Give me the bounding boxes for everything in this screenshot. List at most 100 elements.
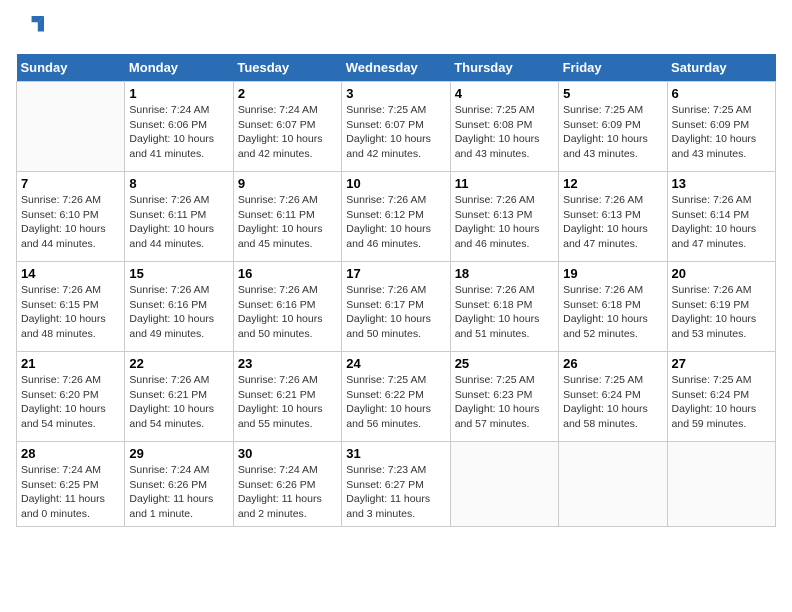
calendar-day-cell: 1 Sunrise: 7:24 AMSunset: 6:06 PMDaylight…	[125, 82, 233, 172]
day-number: 22	[129, 356, 228, 371]
calendar-day-cell: 4Sunrise: 7:25 AMSunset: 6:08 PMDaylight…	[450, 82, 558, 172]
logo-icon	[16, 16, 44, 44]
day-number: 17	[346, 266, 445, 281]
day-number: 7	[21, 176, 120, 191]
day-number: 8	[129, 176, 228, 191]
calendar-day-cell: 17 Sunrise: 7:26 AMSunset: 6:17 PMDayligh…	[342, 262, 450, 352]
day-info: Sunrise: 7:23 AMSunset: 6:27 PMDaylight:…	[346, 463, 445, 522]
calendar-day-cell: 13 Sunrise: 7:26 AMSunset: 6:14 PMDayligh…	[667, 172, 775, 262]
day-number: 18	[455, 266, 554, 281]
day-info: Sunrise: 7:24 AMSunset: 6:26 PMDaylight:…	[238, 463, 337, 522]
day-info: Sunrise: 7:24 AMSunset: 6:25 PMDaylight:…	[21, 463, 120, 522]
calendar-day-cell: 22 Sunrise: 7:26 AMSunset: 6:21 PMDayligh…	[125, 352, 233, 442]
day-number: 6	[672, 86, 771, 101]
day-info: Sunrise: 7:25 AMSunset: 6:24 PMDaylight:…	[563, 373, 662, 432]
day-number: 13	[672, 176, 771, 191]
weekday-header-cell: Friday	[559, 54, 667, 82]
calendar-week-row: 14 Sunrise: 7:26 AMSunset: 6:15 PMDayligh…	[17, 262, 776, 352]
weekday-header-cell: Tuesday	[233, 54, 341, 82]
day-info: Sunrise: 7:26 AMSunset: 6:20 PMDaylight:…	[21, 373, 120, 432]
day-number: 26	[563, 356, 662, 371]
weekday-header-row: SundayMondayTuesdayWednesdayThursdayFrid…	[17, 54, 776, 82]
day-number: 23	[238, 356, 337, 371]
calendar-day-cell: 31 Sunrise: 7:23 AMSunset: 6:27 PMDayligh…	[342, 442, 450, 527]
weekday-header-cell: Thursday	[450, 54, 558, 82]
day-number: 19	[563, 266, 662, 281]
day-number: 24	[346, 356, 445, 371]
calendar-day-cell: 12Sunrise: 7:26 AMSunset: 6:13 PMDayligh…	[559, 172, 667, 262]
calendar-week-row: 21 Sunrise: 7:26 AMSunset: 6:20 PMDayligh…	[17, 352, 776, 442]
calendar-day-cell: 9 Sunrise: 7:26 AMSunset: 6:11 PMDaylight…	[233, 172, 341, 262]
calendar-day-cell: 30 Sunrise: 7:24 AMSunset: 6:26 PMDayligh…	[233, 442, 341, 527]
day-info: Sunrise: 7:26 AMSunset: 6:18 PMDaylight:…	[563, 283, 662, 342]
calendar-table: SundayMondayTuesdayWednesdayThursdayFrid…	[16, 54, 776, 527]
day-info: Sunrise: 7:26 AMSunset: 6:11 PMDaylight:…	[238, 193, 337, 252]
day-info: Sunrise: 7:26 AMSunset: 6:21 PMDaylight:…	[129, 373, 228, 432]
day-number: 1	[129, 86, 228, 101]
day-info: Sunrise: 7:26 AMSunset: 6:10 PMDaylight:…	[21, 193, 120, 252]
calendar-body: 1 Sunrise: 7:24 AMSunset: 6:06 PMDaylight…	[17, 82, 776, 527]
day-number: 16	[238, 266, 337, 281]
calendar-day-cell: 8 Sunrise: 7:26 AMSunset: 6:11 PMDaylight…	[125, 172, 233, 262]
calendar-day-cell	[450, 442, 558, 527]
day-number: 25	[455, 356, 554, 371]
calendar-day-cell: 2Sunrise: 7:24 AMSunset: 6:07 PMDaylight…	[233, 82, 341, 172]
calendar-day-cell: 21 Sunrise: 7:26 AMSunset: 6:20 PMDayligh…	[17, 352, 125, 442]
calendar-day-cell: 6 Sunrise: 7:25 AMSunset: 6:09 PMDaylight…	[667, 82, 775, 172]
day-info: Sunrise: 7:24 AMSunset: 6:06 PMDaylight:…	[129, 103, 228, 162]
day-info: Sunrise: 7:25 AMSunset: 6:09 PMDaylight:…	[563, 103, 662, 162]
calendar-day-cell: 14 Sunrise: 7:26 AMSunset: 6:15 PMDayligh…	[17, 262, 125, 352]
day-info: Sunrise: 7:26 AMSunset: 6:17 PMDaylight:…	[346, 283, 445, 342]
weekday-header-cell: Monday	[125, 54, 233, 82]
day-number: 29	[129, 446, 228, 461]
day-number: 5	[563, 86, 662, 101]
calendar-day-cell	[667, 442, 775, 527]
calendar-day-cell: 25 Sunrise: 7:25 AMSunset: 6:23 PMDayligh…	[450, 352, 558, 442]
calendar-day-cell	[17, 82, 125, 172]
day-number: 21	[21, 356, 120, 371]
day-info: Sunrise: 7:25 AMSunset: 6:23 PMDaylight:…	[455, 373, 554, 432]
calendar-week-row: 28 Sunrise: 7:24 AMSunset: 6:25 PMDayligh…	[17, 442, 776, 527]
weekday-header-cell: Saturday	[667, 54, 775, 82]
calendar-week-row: 7 Sunrise: 7:26 AMSunset: 6:10 PMDaylight…	[17, 172, 776, 262]
day-number: 15	[129, 266, 228, 281]
day-number: 30	[238, 446, 337, 461]
calendar-day-cell: 23Sunrise: 7:26 AMSunset: 6:21 PMDayligh…	[233, 352, 341, 442]
day-number: 28	[21, 446, 120, 461]
day-number: 12	[563, 176, 662, 191]
day-info: Sunrise: 7:26 AMSunset: 6:12 PMDaylight:…	[346, 193, 445, 252]
calendar-day-cell: 5 Sunrise: 7:25 AMSunset: 6:09 PMDaylight…	[559, 82, 667, 172]
day-info: Sunrise: 7:25 AMSunset: 6:22 PMDaylight:…	[346, 373, 445, 432]
logo	[16, 16, 48, 44]
day-number: 20	[672, 266, 771, 281]
weekday-header-cell: Wednesday	[342, 54, 450, 82]
day-number: 9	[238, 176, 337, 191]
calendar-day-cell: 16Sunrise: 7:26 AMSunset: 6:16 PMDayligh…	[233, 262, 341, 352]
calendar-day-cell: 27Sunrise: 7:25 AMSunset: 6:24 PMDayligh…	[667, 352, 775, 442]
page-header	[16, 16, 776, 44]
calendar-day-cell: 18 Sunrise: 7:26 AMSunset: 6:18 PMDayligh…	[450, 262, 558, 352]
day-info: Sunrise: 7:26 AMSunset: 6:14 PMDaylight:…	[672, 193, 771, 252]
calendar-day-cell: 19 Sunrise: 7:26 AMSunset: 6:18 PMDayligh…	[559, 262, 667, 352]
calendar-day-cell: 20Sunrise: 7:26 AMSunset: 6:19 PMDayligh…	[667, 262, 775, 352]
day-info: Sunrise: 7:26 AMSunset: 6:11 PMDaylight:…	[129, 193, 228, 252]
day-info: Sunrise: 7:25 AMSunset: 6:09 PMDaylight:…	[672, 103, 771, 162]
day-number: 14	[21, 266, 120, 281]
day-info: Sunrise: 7:26 AMSunset: 6:18 PMDaylight:…	[455, 283, 554, 342]
calendar-day-cell: 29 Sunrise: 7:24 AMSunset: 6:26 PMDayligh…	[125, 442, 233, 527]
calendar-day-cell	[559, 442, 667, 527]
day-info: Sunrise: 7:25 AMSunset: 6:07 PMDaylight:…	[346, 103, 445, 162]
day-info: Sunrise: 7:26 AMSunset: 6:15 PMDaylight:…	[21, 283, 120, 342]
calendar-day-cell: 15 Sunrise: 7:26 AMSunset: 6:16 PMDayligh…	[125, 262, 233, 352]
day-info: Sunrise: 7:26 AMSunset: 6:16 PMDaylight:…	[129, 283, 228, 342]
calendar-day-cell: 3Sunrise: 7:25 AMSunset: 6:07 PMDaylight…	[342, 82, 450, 172]
day-info: Sunrise: 7:24 AMSunset: 6:07 PMDaylight:…	[238, 103, 337, 162]
day-number: 11	[455, 176, 554, 191]
day-number: 31	[346, 446, 445, 461]
day-info: Sunrise: 7:26 AMSunset: 6:13 PMDaylight:…	[455, 193, 554, 252]
calendar-day-cell: 7 Sunrise: 7:26 AMSunset: 6:10 PMDaylight…	[17, 172, 125, 262]
calendar-day-cell: 10Sunrise: 7:26 AMSunset: 6:12 PMDayligh…	[342, 172, 450, 262]
day-info: Sunrise: 7:24 AMSunset: 6:26 PMDaylight:…	[129, 463, 228, 522]
day-number: 27	[672, 356, 771, 371]
calendar-week-row: 1 Sunrise: 7:24 AMSunset: 6:06 PMDaylight…	[17, 82, 776, 172]
